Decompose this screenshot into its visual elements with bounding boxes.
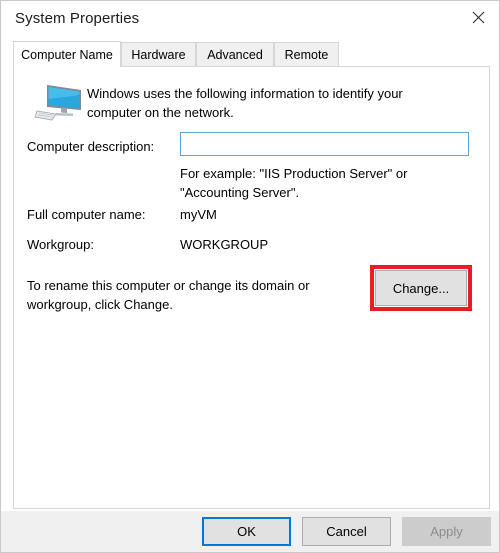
computer-name-tab-panel: Windows uses the following information t… [13,66,490,509]
intro-text: Windows uses the following information t… [87,86,403,120]
workgroup-value: WORKGROUP [180,237,269,252]
full-computer-name-value: myVM [180,207,217,222]
system-properties-dialog: System Properties Computer Name Hardware… [0,0,500,553]
tab-hardware[interactable]: Hardware [121,42,196,67]
computer-description-input[interactable] [180,132,469,156]
close-button[interactable] [455,1,499,34]
tab-remote[interactable]: Remote [274,42,339,67]
tab-computer-name[interactable]: Computer Name [13,41,121,67]
workgroup-label: Workgroup: [27,237,94,252]
ok-button[interactable]: OK [202,517,291,546]
change-button[interactable]: Change... [375,270,467,306]
computer-description-label: Computer description: [27,139,155,154]
dialog-footer: OK Cancel Apply [1,510,499,552]
computer-monitor-icon [34,81,86,125]
tab-label: Computer Name [21,47,113,62]
tab-label: Advanced [207,48,263,62]
tab-label: Hardware [131,48,186,62]
tab-advanced[interactable]: Advanced [196,42,274,67]
close-x-icon [472,11,485,24]
rename-instruction-text: To rename this computer or change its do… [27,278,310,312]
apply-button: Apply [402,517,491,546]
cancel-button[interactable]: Cancel [302,517,391,546]
title-bar: System Properties [1,1,499,39]
description-example-text: For example: "IIS Production Server" or … [180,166,408,200]
window-title: System Properties [15,10,140,27]
tab-strip: Computer Name Hardware Advanced Remote [13,41,490,67]
tab-label: Remote [284,48,329,62]
full-computer-name-label: Full computer name: [27,207,146,222]
